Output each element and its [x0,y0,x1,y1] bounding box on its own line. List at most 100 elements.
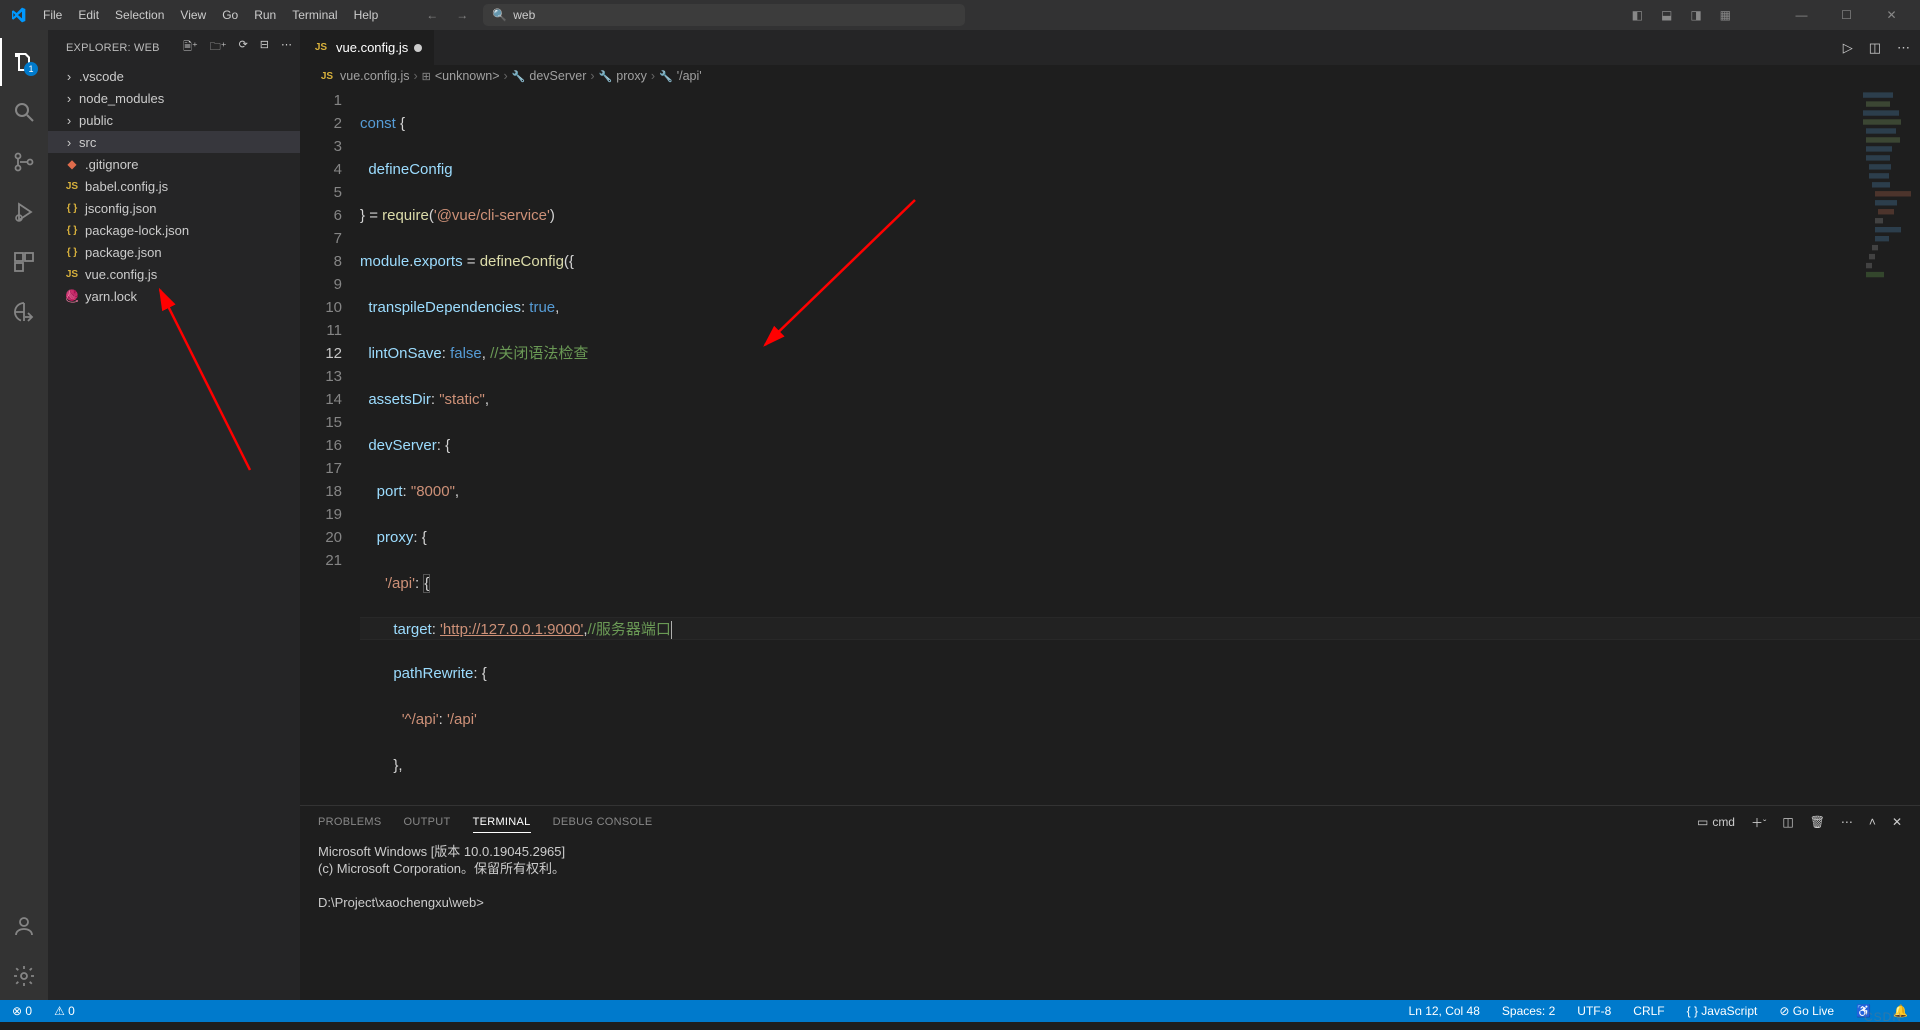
menu-file[interactable]: File [35,2,70,28]
menu-selection[interactable]: Selection [107,2,172,28]
git-icon: ◆ [63,157,81,171]
split-editor-icon[interactable]: ◫ [1869,40,1881,56]
text-cursor [671,621,672,639]
kill-terminal-icon[interactable]: 🗑 [1810,815,1825,829]
file-package-json[interactable]: { }package.json [48,241,300,263]
more-icon[interactable]: ⋯ [1841,815,1853,829]
watermark: CSDN [1864,1010,1902,1024]
activity-account[interactable] [0,902,48,950]
search-icon: 🔍 [492,8,507,22]
terminal-profile[interactable]: ▭cmd [1697,815,1735,829]
activity-explorer[interactable]: 1 [0,38,48,86]
status-warnings[interactable]: ⚠ 0 [50,1004,79,1018]
new-folder-icon[interactable]: 🗀⁺ [210,38,227,57]
method-icon: 🔧 [599,70,613,83]
tab-vue-config[interactable]: JS vue.config.js [300,30,435,65]
file-yarn-lock[interactable]: 🧶yarn.lock [48,285,300,307]
folder-src[interactable]: ›src [48,131,300,153]
folder-public[interactable]: ›public [48,109,300,131]
layout-panel-icon[interactable]: ⬓ [1661,8,1672,22]
folder-vscode[interactable]: ›.vscode [48,65,300,87]
refresh-icon[interactable]: ⟳ [239,38,248,57]
symbol-icon: ⊞ [422,70,431,83]
window-maximize-icon[interactable]: ☐ [1824,0,1869,30]
menu-view[interactable]: View [172,2,214,28]
json-icon: { } [63,225,81,236]
code-content[interactable]: const { defineConfig } = require('@vue/c… [360,87,1920,805]
status-eol[interactable]: CRLF [1629,1004,1668,1018]
nav-forward-icon[interactable]: → [456,8,468,22]
status-bar: ⊗ 0 ⚠ 0 Ln 12, Col 48 Spaces: 2 UTF-8 CR… [0,1000,1920,1022]
activity-debug[interactable] [0,188,48,236]
method-icon: 🔧 [512,70,526,83]
status-language[interactable]: { } JavaScript [1683,1004,1762,1018]
explorer-badge: 1 [24,62,38,76]
new-terminal-icon[interactable]: ＋ˇ [1751,814,1766,831]
search-query: web [513,8,535,22]
activity-remote[interactable] [0,288,48,336]
activity-settings[interactable] [0,952,48,1000]
file-babel-config[interactable]: JSbabel.config.js [48,175,300,197]
menu-run[interactable]: Run [246,2,284,28]
chevron-right-icon: › [63,135,75,150]
menu-edit[interactable]: Edit [70,2,107,28]
status-encoding[interactable]: UTF-8 [1573,1004,1615,1018]
vscode-logo-icon [0,7,35,23]
collapse-all-icon[interactable]: ⊟ [260,38,269,57]
explorer-sidebar: EXPLORER: WEB 🗎⁺ 🗀⁺ ⟳ ⊟ ⋯ ›.vscode ›node… [48,30,300,1000]
panel-tab-problems[interactable]: PROBLEMS [318,812,382,832]
js-icon: JS [63,269,81,280]
chevron-right-icon: › [63,91,75,106]
panel-tab-output[interactable]: OUTPUT [404,812,451,832]
chevron-right-icon: › [63,113,75,128]
nav-back-icon[interactable]: ← [426,8,438,22]
folder-node-modules[interactable]: ›node_modules [48,87,300,109]
breadcrumbs[interactable]: JS vue.config.js› ⊞<unknown>› 🔧devServer… [300,65,1920,87]
status-cursor-pos[interactable]: Ln 12, Col 48 [1405,1004,1484,1018]
minimap[interactable] [1860,87,1920,805]
more-icon[interactable]: ⋯ [281,38,292,57]
layout-sidebar-right-icon[interactable]: ◨ [1690,8,1701,22]
js-icon: JS [63,181,81,192]
status-indent[interactable]: Spaces: 2 [1498,1004,1559,1018]
split-terminal-icon[interactable]: ◫ [1782,815,1793,829]
editor-tabs: JS vue.config.js ▷ ◫ ⋯ [300,30,1920,65]
chevron-right-icon: › [63,69,75,84]
menu-terminal[interactable]: Terminal [284,2,345,28]
new-file-icon[interactable]: 🗎⁺ [183,38,198,57]
file-vue-config[interactable]: JSvue.config.js [48,263,300,285]
layout-customize-icon[interactable]: ▦ [1720,8,1731,22]
file-gitignore[interactable]: ◆.gitignore [48,153,300,175]
status-golive[interactable]: ⊘ Go Live [1775,1004,1838,1018]
command-center[interactable]: 🔍 web [483,4,965,26]
json-icon: { } [63,247,81,258]
panel-tab-debug-console[interactable]: DEBUG CONSOLE [553,812,653,832]
window-minimize-icon[interactable]: — [1779,0,1824,30]
dirty-indicator-icon [414,44,422,52]
explorer-title: EXPLORER: WEB [66,42,183,54]
activity-search[interactable] [0,88,48,136]
activity-scm[interactable] [0,138,48,186]
file-jsconfig[interactable]: { }jsconfig.json [48,197,300,219]
menu-help[interactable]: Help [346,2,387,28]
json-icon: { } [63,203,81,214]
menu-bar: File Edit Selection View Go Run Terminal… [35,2,386,28]
js-icon: JS [318,71,336,82]
terminal-output[interactable]: Microsoft Windows [版本 10.0.19045.2965] (… [300,838,1920,1000]
status-errors[interactable]: ⊗ 0 [8,1004,36,1018]
window-close-icon[interactable]: ✕ [1869,0,1914,30]
run-icon[interactable]: ▷ [1843,40,1853,56]
close-panel-icon[interactable]: ✕ [1892,815,1902,829]
file-package-lock[interactable]: { }package-lock.json [48,219,300,241]
more-icon[interactable]: ⋯ [1897,40,1910,56]
layout-sidebar-left-icon[interactable]: ◧ [1632,8,1643,22]
activity-extensions[interactable] [0,238,48,286]
menu-go[interactable]: Go [214,2,246,28]
method-icon: 🔧 [659,70,673,83]
yarn-icon: 🧶 [63,289,81,303]
line-gutter: 123456789101112131415161718192021 [300,87,360,805]
maximize-panel-icon[interactable]: ˄ [1869,815,1876,829]
code-editor[interactable]: 123456789101112131415161718192021 const … [300,87,1920,805]
tab-label: vue.config.js [336,40,408,55]
panel-tab-terminal[interactable]: TERMINAL [473,812,531,833]
